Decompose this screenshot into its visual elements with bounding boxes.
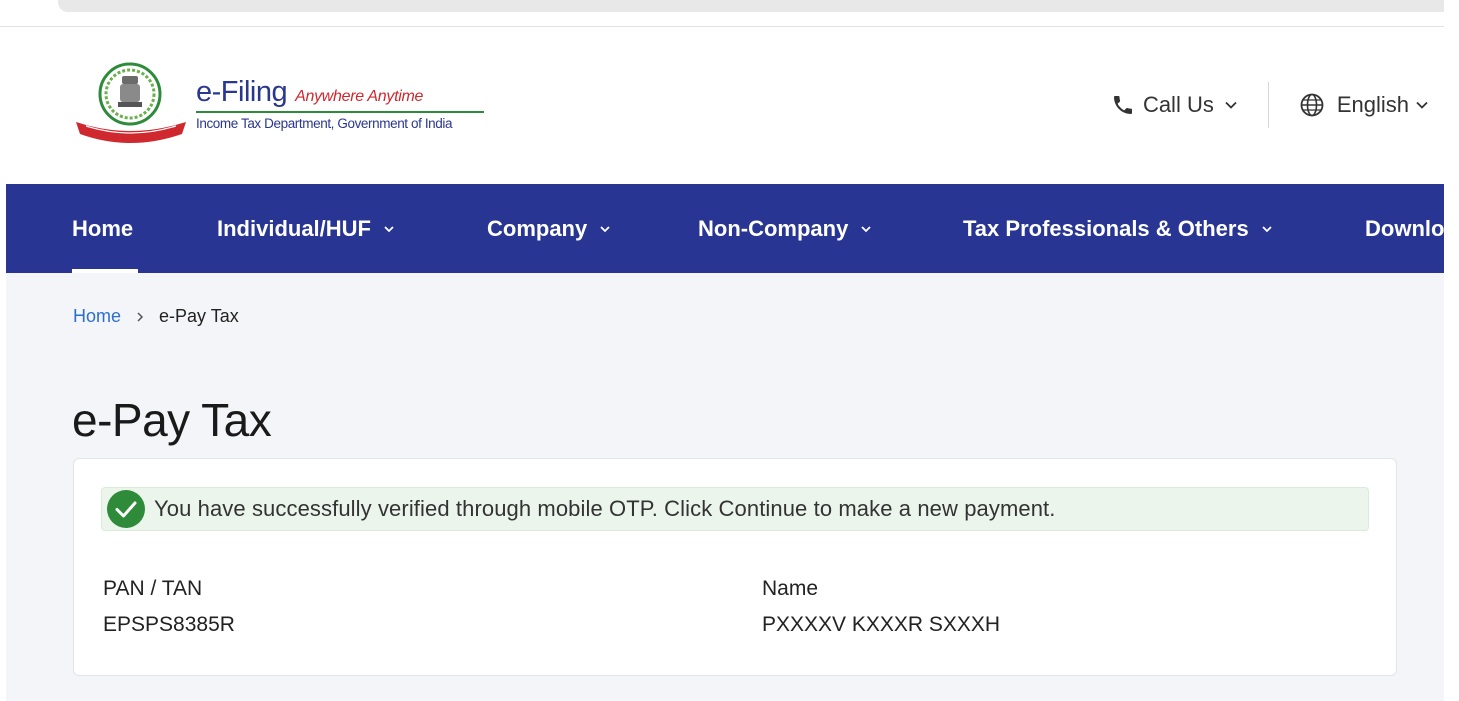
income-tax-emblem-icon[interactable] [72, 60, 190, 144]
page-title: e-Pay Tax [72, 394, 272, 446]
pan-tan-field: PAN / TAN EPSPS8385R [103, 577, 235, 637]
chevron-down-icon [600, 225, 610, 232]
phone-icon [1113, 96, 1132, 114]
nav-item-tax-professionals[interactable]: Tax Professionals & Others [963, 184, 1273, 273]
globe-icon [1300, 93, 1324, 117]
nav-item-non-company[interactable]: Non-Company [698, 184, 872, 273]
nav-item-company[interactable]: Company [487, 184, 611, 273]
chevron-down-icon [1225, 101, 1237, 109]
breadcrumb-home-link[interactable]: Home [73, 306, 121, 327]
chevron-down-icon [1416, 101, 1428, 109]
main-content: Home e-Pay Tax e-Pay Tax You have succes… [6, 273, 1444, 701]
pan-tan-label: PAN / TAN [103, 577, 203, 600]
nav-item-label: Individual/HUF [217, 215, 371, 241]
brand-tagline: Anywhere Anytime [295, 88, 424, 105]
verification-card: You have successfully verified through m… [73, 458, 1397, 676]
brand-subtitle: Income Tax Department, Government of Ind… [196, 116, 453, 131]
nav-item-home[interactable]: Home [72, 184, 133, 273]
nav-item-label: Company [487, 215, 588, 241]
breadcrumb-current: e-Pay Tax [159, 306, 239, 326]
nav-item-label: Home [72, 215, 134, 241]
success-message: You have successfully verified through m… [154, 496, 1056, 521]
nav-item-individual-huf[interactable]: Individual/HUF [217, 184, 395, 273]
chevron-right-icon [137, 311, 144, 322]
brand-rule [196, 111, 484, 113]
language-selector[interactable]: English [1299, 92, 1429, 118]
brand-name: e-Filing [196, 76, 288, 108]
nav-item-label: Tax Professionals & Others [963, 215, 1249, 241]
pan-tan-value: EPSPS8385R [103, 613, 235, 636]
name-field: Name PXXXXV KXXXR SXXXH [762, 577, 1000, 637]
chevron-down-icon [1262, 225, 1272, 232]
header-actions: Call Us English [1111, 82, 1429, 128]
call-us-button[interactable]: Call Us [1111, 92, 1238, 118]
header-separator [1267, 82, 1269, 128]
chevron-down-icon [861, 225, 871, 232]
top-strip [58, 0, 1444, 12]
language-label: English [1336, 92, 1409, 117]
nav-item-label: Downlo [1365, 215, 1444, 241]
name-label: Name [762, 577, 819, 600]
success-alert: You have successfully verified through m… [101, 487, 1369, 531]
check-circle-icon [107, 490, 145, 528]
call-us-label: Call Us [1142, 92, 1214, 117]
chevron-down-icon [384, 225, 394, 232]
name-value: PXXXXV KXXXR SXXXH [762, 613, 1001, 636]
main-navbar: Home Individual/HUF Company Non-Company … [6, 184, 1444, 273]
nav-item-label: Non-Company [698, 215, 849, 241]
brand[interactable]: e-Filing Anywhere Anytime Income Tax Dep… [196, 76, 484, 131]
breadcrumb: Home e-Pay Tax [73, 306, 239, 327]
nav-item-downloads[interactable]: Downlo [1365, 184, 1444, 273]
